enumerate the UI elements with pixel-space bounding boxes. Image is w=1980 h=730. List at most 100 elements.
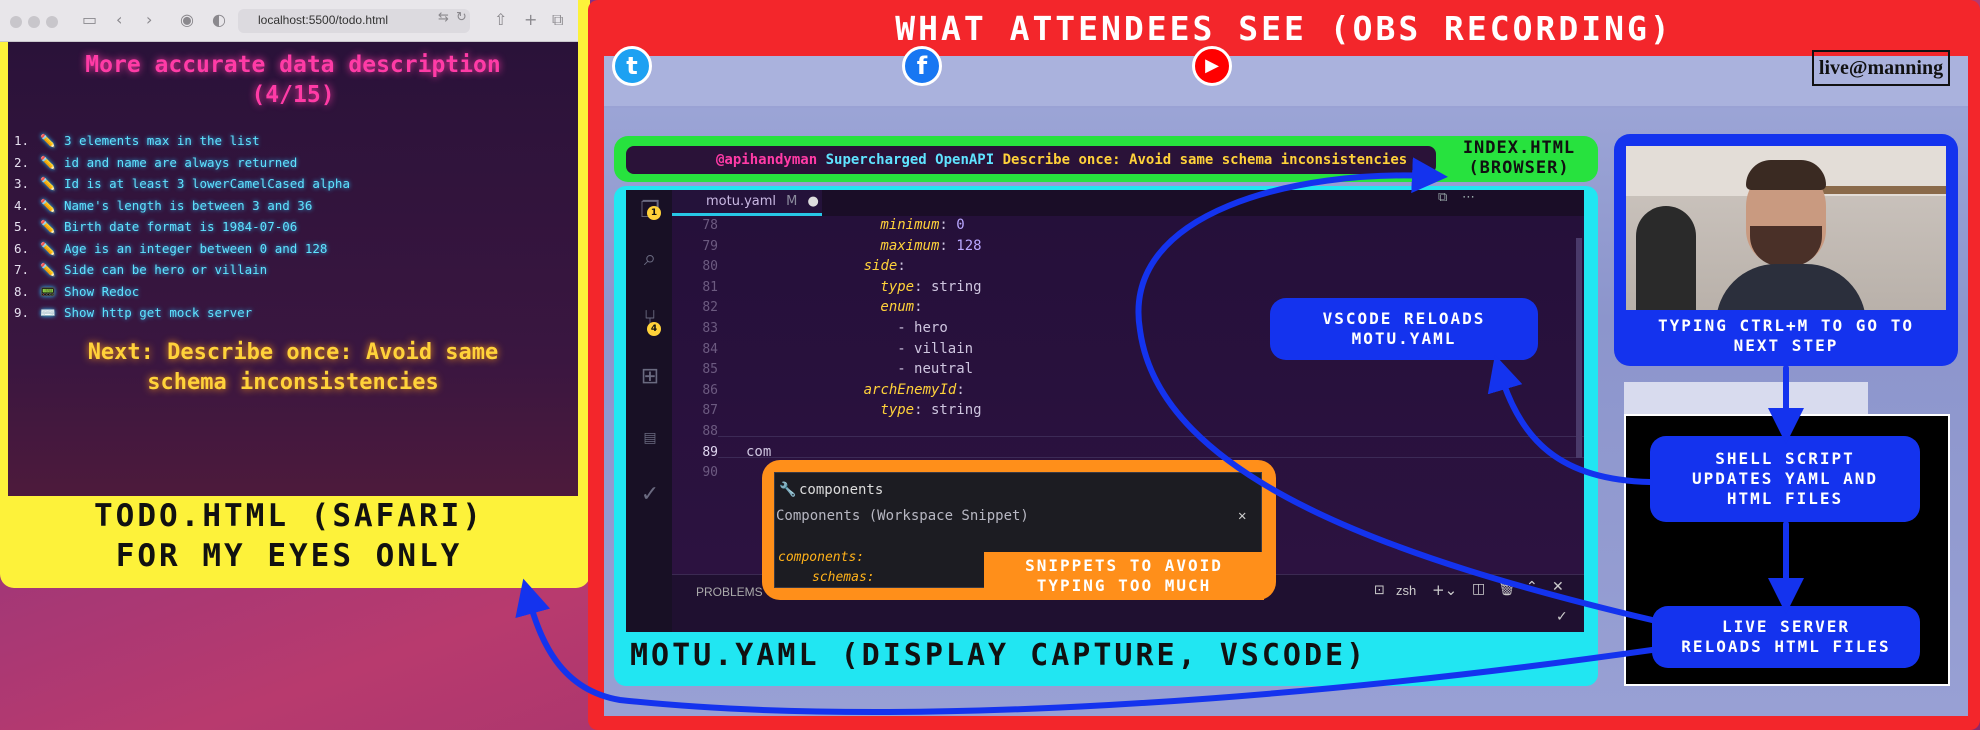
sidebar-icon[interactable]: ▭ xyxy=(82,10,97,29)
split-editor-icon[interactable]: ⧉ xyxy=(1438,190,1447,205)
next-step-line: schema inconsistencies xyxy=(147,370,439,395)
motu-caption: MOTU.YAML (DISPLAY CAPTURE, VSCODE) xyxy=(630,638,1368,673)
yaml-value: - hero xyxy=(897,320,948,336)
line-number: 85 xyxy=(702,362,718,378)
todo-item-number: 2. xyxy=(14,154,30,170)
back-icon[interactable]: ‹ xyxy=(116,10,122,29)
window-close-button[interactable] xyxy=(10,16,22,28)
new-terminal-icon[interactable]: +⌄ xyxy=(1432,581,1457,599)
manning-logo: live@manning xyxy=(1812,50,1950,86)
todo-item-icon: ⌨️ xyxy=(40,305,56,320)
shell-line: SHELL SCRIPT xyxy=(1715,449,1855,468)
code-line: type: string xyxy=(880,278,982,295)
todo-item-text: 3 elements max in the list xyxy=(64,133,260,148)
todo-item-number: 1. xyxy=(14,133,30,148)
todo-item-number: 9. xyxy=(14,305,30,320)
todo-item-number: 4. xyxy=(14,197,30,213)
tab-label: motu.yaml xyxy=(706,194,777,209)
todo-item-text: Id is at least 3 lowerCamelCased alpha xyxy=(64,176,350,191)
suggestion-label: components xyxy=(799,482,884,498)
ctrl-m-line: NEXT STEP xyxy=(1733,336,1839,355)
line-number: 90 xyxy=(702,465,718,481)
code-line: - villain xyxy=(897,341,973,357)
snippet-callout: SNIPPETS TO AVOID TYPING TOO MUCH xyxy=(984,552,1264,600)
tab-overview-icon[interactable]: ⧉ xyxy=(552,10,563,30)
close-detail-icon[interactable]: ✕ xyxy=(1238,508,1246,524)
translate-icon[interactable]: ⇆ xyxy=(438,10,449,25)
terminal-icon[interactable]: ⊡ xyxy=(1374,583,1385,598)
shell-line: HTML FILES xyxy=(1726,489,1844,508)
todo-item-number: 3. xyxy=(14,176,30,191)
vscode-reloads-line: MOTU.YAML xyxy=(1351,329,1457,348)
banner-handle: @apihandyman xyxy=(716,152,818,168)
window-zoom-button[interactable] xyxy=(46,16,58,28)
address-bar[interactable]: localhost:5500/todo.html xyxy=(238,9,470,33)
live-server-callout: LIVE SERVER RELOADS HTML FILES xyxy=(1652,606,1920,668)
shell-line: UPDATES YAML AND xyxy=(1691,469,1879,488)
todo-item-icon: ✏️ xyxy=(40,262,56,277)
trash-icon[interactable]: 🗑 xyxy=(1498,581,1516,597)
todo-item-number: 6. xyxy=(14,240,30,256)
unsaved-dot-icon[interactable]: ● xyxy=(808,194,819,209)
code-line: - neutral xyxy=(897,361,973,377)
search-icon[interactable]: ⌕ xyxy=(636,246,664,274)
yaml-key: archEnemyId xyxy=(863,381,957,398)
todo-item-number: 8. xyxy=(14,283,30,299)
yaml-value: com xyxy=(746,443,772,460)
suggestion-item[interactable]: 🔧 components xyxy=(775,478,1261,502)
api-icon[interactable]: ▤ xyxy=(636,424,664,452)
yaml-key: minimum xyxy=(880,217,940,233)
checkmark-icon: ✓ xyxy=(1556,609,1568,625)
todo-title: More accurate data description (4/15) xyxy=(18,50,568,110)
index-label-line: INDEX.HTML xyxy=(1462,138,1576,158)
banner-brand: Supercharged OpenAPI xyxy=(825,152,995,168)
tab-motu-yaml[interactable]: motu.yaml M ● xyxy=(672,190,822,216)
code-line: type: string xyxy=(880,402,982,419)
extension-icon[interactable]: ◉ xyxy=(180,10,194,29)
more-actions-icon[interactable]: ⋯ xyxy=(1462,190,1475,205)
new-tab-icon[interactable]: + xyxy=(524,10,537,29)
todo-title-line: More accurate data description xyxy=(85,52,501,78)
todo-item: 9. ⌨️ Show http get mock server xyxy=(14,302,350,324)
todo-item: 8. 📟 Show Redoc xyxy=(14,281,350,303)
obs-title: WHAT ATTENDEES SEE (OBS RECORDING) xyxy=(895,9,1673,48)
share-icon[interactable]: ⇧ xyxy=(494,10,507,29)
explorer-badge: 1 xyxy=(647,206,661,220)
next-step-line: Next: Describe once: Avoid same xyxy=(87,340,499,365)
todo-item-icon: ✏️ xyxy=(40,154,56,170)
maximize-panel-icon[interactable]: ⌃ xyxy=(1526,579,1538,595)
snippet-child: schemas: xyxy=(812,570,875,585)
todo-item-icon: ✏️ xyxy=(40,219,56,234)
todo-caption: TODO.HTML (SAFARI) FOR MY EYES ONLY xyxy=(0,496,578,576)
snippet-key: components: xyxy=(778,550,865,565)
light-block xyxy=(1624,382,1868,414)
window-minimize-button[interactable] xyxy=(28,16,40,28)
todo-list: 1. ✏️ 3 elements max in the list 2. ✏️ id and… xyxy=(14,130,350,324)
live-line: LIVE SERVER xyxy=(1722,617,1850,636)
safari-toolbar: ▭ ‹ › ◉ ◐ localhost:5500/todo.html ⇆ ↻ ⇧… xyxy=(0,0,578,42)
todo-item: 3. ✏️ Id is at least 3 lowerCamelCased alp… xyxy=(14,173,350,195)
privacy-icon[interactable]: ◐ xyxy=(212,10,226,29)
forward-icon[interactable]: › xyxy=(146,10,152,29)
extensions-icon[interactable]: ⊞ xyxy=(636,364,664,392)
close-panel-icon[interactable]: ✕ xyxy=(1552,579,1564,595)
todo-item-icon: ✏️ xyxy=(40,133,56,148)
person-hair xyxy=(1746,160,1826,190)
line-number: 82 xyxy=(702,300,718,316)
todo-item-icon: 📟 xyxy=(40,283,56,299)
todo-item: 1. ✏️ 3 elements max in the list xyxy=(14,130,350,152)
problems-tab[interactable]: PROBLEMS xyxy=(696,585,763,599)
line-number: 78 xyxy=(702,218,718,233)
split-terminal-icon[interactable]: ◫ xyxy=(1472,581,1485,597)
code-line: minimum: 0 xyxy=(880,217,965,233)
todo-item: 2. ✏️ id and name are always returned xyxy=(14,152,350,174)
editor-scrollbar[interactable] xyxy=(1576,238,1582,458)
shelf xyxy=(1822,186,1946,194)
reload-icon[interactable]: ↻ xyxy=(456,10,467,25)
line-number: 80 xyxy=(702,259,718,275)
code-line: side: xyxy=(863,258,906,275)
testing-icon[interactable]: ✓ xyxy=(636,482,664,510)
todo-item-icon: ✏️ xyxy=(40,240,56,256)
yaml-key: maximum xyxy=(880,237,940,254)
terminal-name[interactable]: zsh xyxy=(1396,583,1416,598)
